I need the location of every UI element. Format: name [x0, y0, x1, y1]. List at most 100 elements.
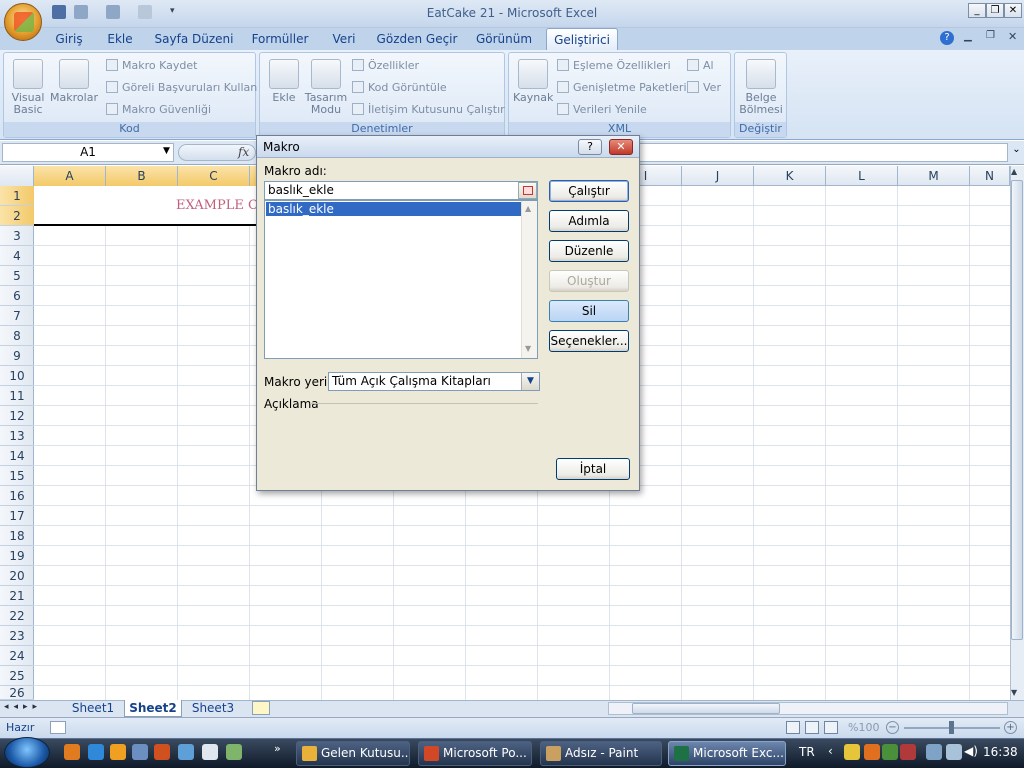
taskbar-item-inbox[interactable]: Gelen Kutusu... [296, 741, 410, 766]
visual-basic-button[interactable]: Visual Basic [8, 59, 48, 116]
row-header-2[interactable]: 2 [0, 206, 34, 226]
row-header-15[interactable]: 15 [0, 466, 34, 486]
tray-app-icon[interactable] [882, 744, 898, 760]
document-panel-button[interactable]: Belge Bölmesi [737, 59, 785, 116]
row-header-6[interactable]: 6 [0, 286, 34, 306]
tray-app-icon[interactable] [900, 744, 916, 760]
row-header-16[interactable]: 16 [0, 486, 34, 506]
row-header-17[interactable]: 17 [0, 506, 34, 526]
row-header-26[interactable]: 26 [0, 686, 34, 700]
zoom-level[interactable]: %100 [848, 721, 879, 734]
column-header-c[interactable]: C [178, 166, 250, 186]
column-header-j[interactable]: J [682, 166, 754, 186]
quicklaunch-overflow-icon[interactable]: » [274, 742, 281, 755]
zoom-out-icon[interactable]: − [886, 721, 899, 734]
insert-sheet-icon[interactable] [252, 701, 270, 715]
explorer-icon[interactable] [178, 744, 194, 760]
cancel-button[interactable]: İptal [556, 458, 630, 480]
run-dialog-button[interactable]: İletişim Kutusunu Çalıştır [352, 103, 505, 116]
delete-button[interactable]: Sil [549, 300, 629, 322]
export-button[interactable]: Ver [687, 81, 721, 94]
row-header-23[interactable]: 23 [0, 626, 34, 646]
column-header-m[interactable]: M [898, 166, 970, 186]
ribbon-minimize-icon[interactable]: ▁ [964, 31, 972, 42]
scroll-down-icon[interactable]: ▼ [1011, 688, 1017, 697]
refresh-data-button[interactable]: Verileri Yenile [557, 103, 647, 116]
collapse-dialog-button[interactable] [518, 182, 537, 199]
row-header-11[interactable]: 11 [0, 386, 34, 406]
macro-list-item[interactable]: baslık_ekle [265, 201, 522, 217]
sheet-nav-icons[interactable]: ◂◂▸▸ [4, 702, 42, 712]
tab-insert[interactable]: Ekle [100, 28, 140, 50]
media-player-icon[interactable] [110, 744, 126, 760]
row-header-10[interactable]: 10 [0, 366, 34, 386]
macro-list[interactable] [264, 200, 538, 359]
language-indicator[interactable]: TR [799, 745, 815, 759]
zoom-in-icon[interactable]: + [1004, 721, 1017, 734]
page-layout-view-icon[interactable] [805, 721, 819, 734]
step-into-button[interactable]: Adımla [549, 210, 629, 232]
create-button[interactable]: Oluştur [549, 270, 629, 292]
normal-view-icon[interactable] [786, 721, 800, 734]
tab-home[interactable]: Giriş [48, 28, 90, 50]
row-header-1[interactable]: 1 [0, 186, 34, 206]
row-header-25[interactable]: 25 [0, 666, 34, 686]
window-switcher-icon[interactable] [202, 744, 218, 760]
row-header-22[interactable]: 22 [0, 606, 34, 626]
tab-page-layout[interactable]: Sayfa Düzeni [152, 28, 236, 50]
view-code-button[interactable]: Kod Görüntüle [352, 81, 447, 94]
clock[interactable]: 16:38 [983, 745, 1018, 759]
run-button[interactable]: Çalıştır [549, 180, 629, 202]
row-header-9[interactable]: 9 [0, 346, 34, 366]
ribbon-close-icon[interactable]: ✕ [1008, 30, 1017, 43]
taskbar-item-paint[interactable]: Adsız - Paint [540, 741, 662, 766]
column-header-n[interactable]: N [970, 166, 1010, 186]
select-all-button[interactable] [0, 166, 34, 186]
row-header-24[interactable]: 24 [0, 646, 34, 666]
row-header-18[interactable]: 18 [0, 526, 34, 546]
quicklaunch-app-icon[interactable] [154, 744, 170, 760]
row-header-5[interactable]: 5 [0, 266, 34, 286]
taskbar-item-excel[interactable]: Microsoft Exc... [668, 741, 786, 766]
dialog-help-button[interactable]: ? [578, 139, 602, 155]
ribbon-restore-icon[interactable]: ❐ [986, 30, 995, 41]
dialog-close-button[interactable]: ✕ [609, 139, 633, 155]
macro-location-select[interactable]: Tüm Açık Çalışma Kitapları [328, 372, 540, 391]
relative-refs-button[interactable]: Göreli Başvuruları Kullan [106, 81, 257, 94]
sheet-tab-1[interactable]: Sheet1 [64, 700, 122, 717]
zoom-slider-thumb[interactable] [949, 721, 954, 734]
tray-app-icon[interactable] [844, 744, 860, 760]
tab-review[interactable]: Gözden Geçir [374, 28, 460, 50]
name-box[interactable]: A1 [2, 143, 174, 162]
row-header-8[interactable]: 8 [0, 326, 34, 346]
page-break-view-icon[interactable] [824, 721, 838, 734]
macro-name-input[interactable]: baslık_ekle [264, 181, 538, 200]
expansion-packs-button[interactable]: Genişletme Paketleri [557, 81, 687, 94]
scroll-up-icon[interactable]: ▲ [1011, 167, 1017, 176]
row-header-21[interactable]: 21 [0, 586, 34, 606]
sheet-tab-3[interactable]: Sheet3 [184, 700, 242, 717]
row-header-19[interactable]: 19 [0, 546, 34, 566]
macro-record-icon[interactable] [50, 721, 66, 734]
row-header-7[interactable]: 7 [0, 306, 34, 326]
vertical-scroll-thumb[interactable] [1011, 180, 1023, 640]
import-button[interactable]: Al [687, 59, 714, 72]
row-header-14[interactable]: 14 [0, 446, 34, 466]
row-header-12[interactable]: 12 [0, 406, 34, 426]
insert-control-button[interactable]: Ekle [264, 59, 304, 104]
tray-devices-icon[interactable] [946, 744, 962, 760]
taskbar-item-powerpoint[interactable]: Microsoft Po... [418, 741, 532, 766]
options-button[interactable]: Seçenekler... [549, 330, 629, 352]
design-mode-button[interactable]: Tasarım Modu [304, 59, 348, 116]
office-button[interactable] [4, 3, 42, 41]
column-header-a[interactable]: A [34, 166, 106, 186]
properties-button[interactable]: Özellikler [352, 59, 419, 72]
list-scroll-down-icon[interactable]: ▼ [525, 344, 531, 353]
tab-formulas[interactable]: Formüller [246, 28, 314, 50]
network-icon[interactable] [226, 744, 242, 760]
macros-button[interactable]: Makrolar [50, 59, 98, 104]
close-button[interactable]: ✕ [1004, 3, 1022, 18]
tab-view[interactable]: Görünüm [472, 28, 536, 50]
insert-function-icon[interactable]: fx [238, 145, 249, 159]
tray-app-icon[interactable] [864, 744, 880, 760]
